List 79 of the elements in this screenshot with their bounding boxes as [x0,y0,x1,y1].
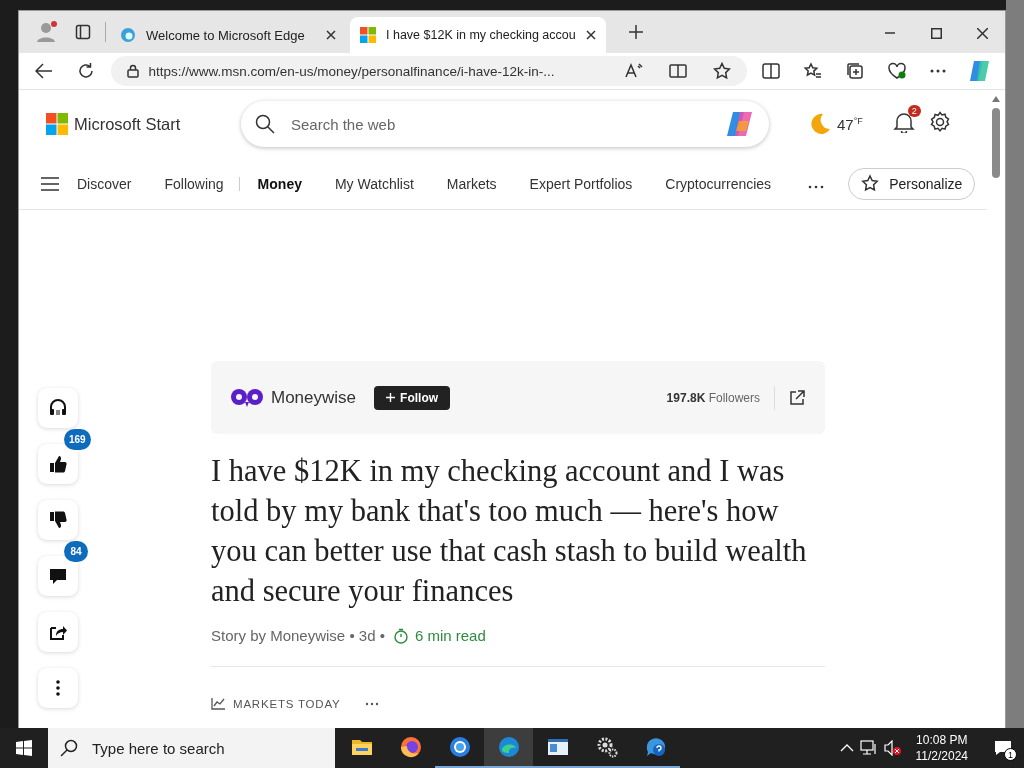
favorites-icon[interactable] [804,62,823,80]
temperature[interactable]: 47$^{°F}$ [837,115,863,133]
nav-link[interactable]: Money [257,175,302,192]
article-title: I have $12K in my checking account and I was told by my bank that's too much — here's how you can better use that cash stash to build wealth and secure your finances [211,453,808,610]
read-time: 6 min read [414,627,486,644]
clock-time[interactable]: 10:08 PM [916,732,968,748]
tab-actions-icon[interactable] [75,24,91,40]
action-button[interactable] [38,444,78,484]
search-input[interactable]: Search the web [289,114,711,134]
windows-start-icon[interactable] [16,740,32,756]
network-icon[interactable] [859,740,878,756]
heart-pulse-icon[interactable] [887,62,906,80]
new-tab-icon[interactable] [628,25,643,39]
address-bar[interactable]: https://www.msn.com/en-us/money/personalfinance/i-have-12k-in-... [110,56,747,86]
section-label: MARKETS TODAY [233,698,341,710]
publisher-name[interactable]: Moneywise [271,387,357,408]
external-link-icon[interactable] [789,389,805,406]
headphones-icon [48,398,68,418]
profile-icon[interactable] [35,20,59,44]
count-badge: 169 [64,429,91,450]
notification-count: 1 [1004,748,1017,761]
taskbar-search-input[interactable]: Type here to search [90,738,335,758]
byline: Story by Moneywise • 3d • [211,627,385,644]
favorite-icon[interactable] [712,62,731,80]
scroll-up-icon[interactable] [992,96,1000,102]
nav-link[interactable]: Markets [446,175,497,192]
scrollbar-thumb[interactable] [992,108,1000,178]
timer-icon [392,627,409,644]
brand-name[interactable]: Microsoft Start [74,114,181,134]
four-squares-icon [46,113,68,135]
close-icon[interactable] [976,27,988,39]
nav-link[interactable]: Discover [77,175,132,192]
plus-icon [386,393,396,402]
action-button[interactable] [38,612,78,652]
search-icon [255,114,275,134]
owl-logo-icon [231,387,263,408]
menu-icon[interactable] [41,176,59,191]
notification-count: 2 [907,105,921,117]
follow-button[interactable]: Follow [374,385,451,410]
search-icon [60,739,78,757]
more-icon[interactable] [808,184,825,189]
nav-link[interactable]: Following [164,175,224,192]
nav-link[interactable]: My Watchlist [334,175,414,192]
clock-date[interactable]: 11/2/2024 [915,748,968,764]
lock-icon [126,64,139,78]
taskbar-search-bar[interactable]: Type here to search [48,728,335,768]
reader-view-icon[interactable] [668,63,687,79]
collections-icon[interactable] [845,62,864,80]
read-aloud-icon[interactable] [624,63,643,79]
more-icon [56,680,60,696]
count-badge: 84 [64,541,88,562]
search-bar[interactable]: Search the web [241,101,769,147]
browser-tab[interactable]: I have $12K in my checking accou [350,17,606,53]
close-icon[interactable] [585,30,596,40]
refresh-icon[interactable] [76,62,95,80]
tab-title: I have $12K in my checking accou [386,28,576,42]
thumbs-up-icon [48,454,68,474]
muted-speaker-icon[interactable] [883,740,902,756]
chevron-up-icon[interactable] [839,744,854,752]
nav-link[interactable]: Expert Portfolios [529,175,633,192]
split-screen-icon[interactable] [762,62,781,80]
maximize-icon[interactable] [930,27,942,39]
personalize-button[interactable]: Personalize [848,167,976,200]
four-squares-icon [360,27,376,43]
action-button[interactable] [38,556,78,596]
more-icon[interactable] [364,702,379,706]
browser-tab[interactable]: Welcome to Microsoft Edge [110,17,346,53]
settings-icon[interactable] [928,111,951,133]
action-button[interactable] [38,388,78,428]
action-button[interactable] [38,500,78,540]
fox-globe-icon [398,735,423,759]
nav-link[interactable]: Cryptocurrencies [665,175,772,192]
speech-bubble-icon [48,566,68,586]
tab-title: Welcome to Microsoft Edge [146,27,306,43]
chart-icon [211,698,225,710]
close-icon[interactable] [326,30,336,40]
thumbs-down-icon [48,510,68,530]
follower-count: 197.8K Followers [666,390,760,405]
back-icon[interactable] [34,63,53,79]
